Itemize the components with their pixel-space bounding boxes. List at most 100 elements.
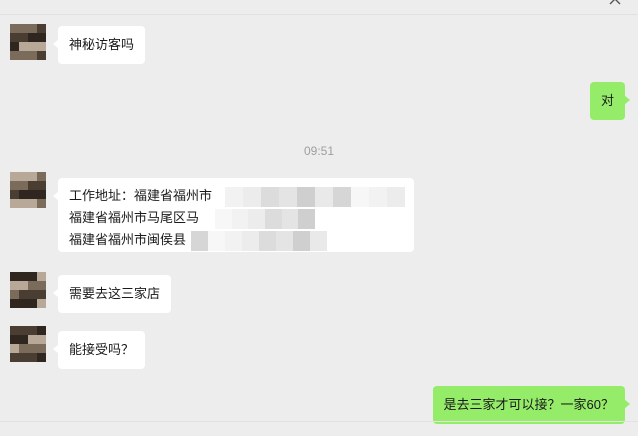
blur-cell xyxy=(265,209,282,229)
avatar-pixel xyxy=(28,290,37,299)
message-bubble-incoming[interactable]: 需要去这三家店 xyxy=(52,275,172,313)
redaction-blur xyxy=(215,209,316,229)
avatar-pixel xyxy=(37,199,46,208)
avatar-pixel xyxy=(19,335,28,344)
avatar-pixel xyxy=(37,33,46,42)
avatar-pixel xyxy=(10,299,19,308)
avatar-pixel xyxy=(19,299,28,308)
avatar-pixel xyxy=(28,172,37,181)
avatar-pixel xyxy=(19,290,28,299)
avatar-pixel xyxy=(28,344,37,353)
address-line-text: 福建省福州市马尾区马 xyxy=(69,210,200,225)
blur-cell xyxy=(387,187,405,207)
blur-cell xyxy=(261,187,279,207)
avatar-pixel xyxy=(28,326,37,335)
blur-cell xyxy=(351,187,369,207)
avatar-pixel xyxy=(37,190,46,199)
blur-cell xyxy=(248,209,266,229)
blur-cell xyxy=(369,187,387,207)
avatar[interactable] xyxy=(10,326,46,362)
avatar-pixel xyxy=(19,281,28,290)
avatar-pixel xyxy=(37,272,46,281)
message-bubble-outgoing[interactable]: 是去三家才可以接？一家60？ xyxy=(432,386,631,424)
blur-cell xyxy=(276,231,293,251)
blur-cell xyxy=(243,187,261,207)
avatar-pixel xyxy=(10,272,19,281)
avatar-pixel xyxy=(28,353,37,362)
avatar-pixel xyxy=(37,344,46,353)
avatar-pixel xyxy=(10,190,19,199)
message-bubble-incoming[interactable]: 工作地址：福建省福州市 福建省福州市马尾区马 福建省福州市闽侯县 xyxy=(53,178,414,252)
avatar-pixel xyxy=(10,24,19,33)
avatar-pixel xyxy=(10,290,19,299)
avatar[interactable] xyxy=(10,172,46,208)
avatar-pixel xyxy=(28,42,37,51)
avatar-pixel xyxy=(19,190,28,199)
blur-cell xyxy=(293,231,310,251)
redaction-blur xyxy=(191,231,327,251)
blur-cell xyxy=(310,231,327,251)
blur-cell xyxy=(242,231,259,251)
message-bubble-outgoing[interactable]: 对 xyxy=(589,82,631,120)
avatar-pixel xyxy=(19,24,28,33)
address-line-2: 福建省福州市马尾区马 xyxy=(69,207,403,229)
blur-cell xyxy=(279,187,297,207)
avatar-pixel xyxy=(28,281,37,290)
avatar-pixel xyxy=(10,344,19,353)
avatar-pixel xyxy=(19,51,28,60)
avatar-pixel xyxy=(28,24,37,33)
avatar-pixel xyxy=(28,199,37,208)
avatar-pixel xyxy=(28,299,37,308)
avatar-pixel xyxy=(19,199,28,208)
avatar-pixel xyxy=(37,42,46,51)
avatar-pixel xyxy=(19,272,28,281)
avatar-pixel xyxy=(10,51,19,60)
avatar-pixel xyxy=(37,181,46,190)
avatar-pixel xyxy=(37,353,46,362)
blur-cell xyxy=(297,187,315,207)
avatar-pixel xyxy=(19,181,28,190)
blur-cell xyxy=(208,231,225,251)
message-text: 需要去这三家店 xyxy=(69,286,161,301)
avatar-pixel xyxy=(10,33,19,42)
timestamp: 09:51 xyxy=(303,144,335,158)
avatar-pixel xyxy=(37,172,46,181)
address-line-3: 福建省福州市闽侯县 xyxy=(69,229,403,251)
avatar-pixel xyxy=(37,290,46,299)
avatar-pixel xyxy=(28,181,37,190)
avatar-pixel xyxy=(10,199,19,208)
avatar[interactable] xyxy=(10,272,46,308)
message-text: 对 xyxy=(600,93,614,108)
avatar-pixel xyxy=(10,172,19,181)
blur-cell xyxy=(231,209,249,229)
avatar-pixel xyxy=(19,353,28,362)
avatar-pixel xyxy=(28,190,37,199)
avatar-pixel xyxy=(10,353,19,362)
avatar-pixel xyxy=(37,51,46,60)
header-divider xyxy=(0,14,638,15)
avatar-pixel xyxy=(19,42,28,51)
blur-cell xyxy=(259,231,276,251)
message-bubble-incoming[interactable]: 能接受吗？ xyxy=(52,331,146,369)
avatar-pixel xyxy=(10,42,19,51)
address-line-text: 福建省福州市闽侯县 xyxy=(69,232,187,247)
avatar-pixel xyxy=(28,51,37,60)
blur-cell xyxy=(225,187,243,207)
avatar-pixel xyxy=(37,281,46,290)
avatar-pixel xyxy=(37,299,46,308)
message-bubble-incoming[interactable]: 神秘访客吗 xyxy=(52,26,146,64)
message-text: 能接受吗？ xyxy=(69,342,135,357)
redaction-blur xyxy=(225,187,405,207)
more-icon[interactable] xyxy=(608,0,622,8)
chat-window: 神秘访客吗 对 09:51 工作地址：福建省福州市 福建省福州市马尾区马 福建省… xyxy=(0,0,638,436)
avatar-pixel xyxy=(19,344,28,353)
avatar-pixel xyxy=(37,24,46,33)
avatar[interactable] xyxy=(10,24,46,60)
blur-cell xyxy=(225,231,242,251)
avatar-pixel xyxy=(37,326,46,335)
blur-cell xyxy=(315,187,333,207)
avatar-pixel xyxy=(28,33,37,42)
message-text: 是去三家才可以接？一家60？ xyxy=(443,397,614,412)
avatar-pixel xyxy=(19,326,28,335)
blur-cell xyxy=(333,187,351,207)
